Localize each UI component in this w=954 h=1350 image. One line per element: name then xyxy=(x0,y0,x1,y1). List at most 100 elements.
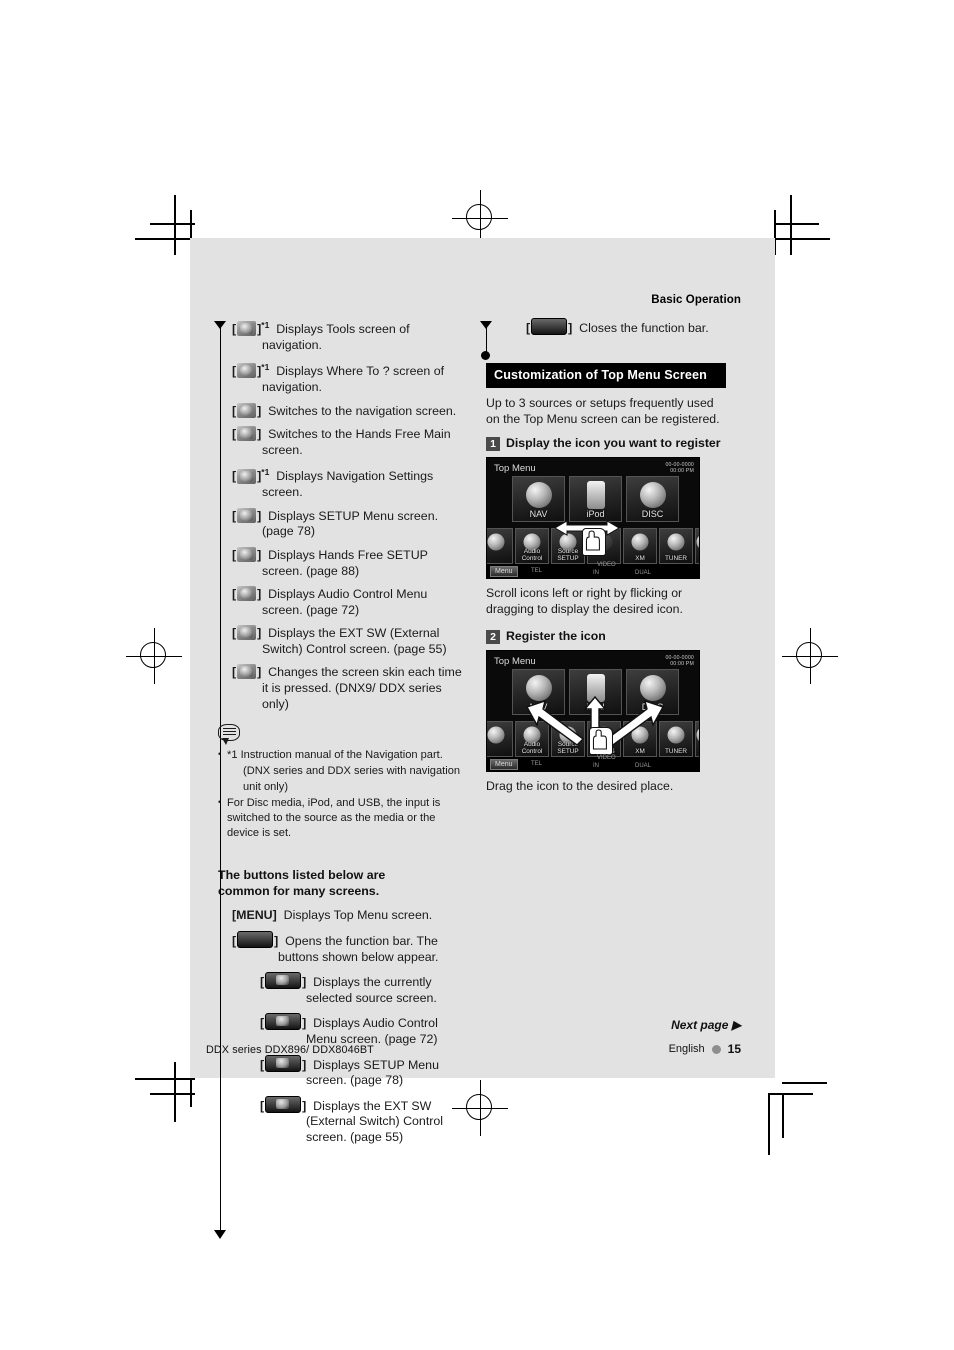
button-entry: [] Displays the EXT SW (External Switch)… xyxy=(232,625,464,657)
hand-cursor-icon xyxy=(582,527,606,556)
manual-page-sheet: Basic Operation [] *1 Displays Tools scre… xyxy=(190,238,775,1239)
button-entry-text: Switches to the Hands Free Main screen. xyxy=(262,427,451,457)
screenshot-menu-button[interactable]: Menu xyxy=(490,565,518,577)
tile-label: iPod xyxy=(586,508,605,519)
common-button-text: Displays SETUP Menu screen. (page 78) xyxy=(306,1057,439,1088)
footnote-marker: *1 xyxy=(261,467,270,478)
common-button-entry: [MENU] Displays Top Menu screen. xyxy=(232,908,464,924)
footnote-marker: *1 xyxy=(261,362,270,373)
footer-page-info: English 15 xyxy=(669,1042,741,1056)
note-item: For Disc media, iPod, and USB, the input… xyxy=(218,795,468,842)
crop-mark-br-v2 xyxy=(782,1093,784,1138)
nav-compass-icon xyxy=(525,482,552,509)
button-entry-text: Displays Navigation Settings screen. xyxy=(262,469,434,500)
bar-label-dual: DUAL xyxy=(635,762,652,769)
left-column: [] *1 Displays Tools screen of navigation… xyxy=(206,318,468,1239)
crop-mark-br-v xyxy=(768,1093,770,1155)
bracket-open: [ xyxy=(232,665,237,680)
bracket-open: [ xyxy=(232,587,237,602)
top-tile[interactable]: iPod xyxy=(569,475,622,522)
bracket-close: ] xyxy=(257,427,262,442)
close-function-bar-entry: [] Closes the function bar. xyxy=(526,318,726,337)
tile-label: NAV xyxy=(529,508,548,519)
step-2-caption: Drag the icon to the desired place. xyxy=(486,778,674,793)
bracket-open: [ xyxy=(232,508,237,523)
top-menu-screenshot-register: Top Menu 00-00-0000 00:00 PM NAV iPod DI… xyxy=(486,649,700,772)
section-intro: Up to 3 sources or setups frequently use… xyxy=(486,395,720,426)
tile-label: Audio Control xyxy=(521,547,543,562)
ext-sw-bar-icon xyxy=(265,1095,302,1113)
disc-icon xyxy=(639,482,666,509)
bottom-tile[interactable]: XM xyxy=(623,527,657,564)
audio-control-bar-icon xyxy=(265,1013,302,1031)
bottom-tile[interactable] xyxy=(487,720,513,757)
partial-tile-icon xyxy=(696,726,699,743)
button-entry-text: Displays Tools screen of navigation. xyxy=(262,322,410,352)
footnote-marker: *1 xyxy=(261,320,270,330)
note-item-text: For Disc media, iPod, and USB, the input… xyxy=(227,796,441,840)
common-button-text: Displays Audio Control Menu screen. (pag… xyxy=(306,1016,438,1047)
flow-arrow-bottom-left-icon xyxy=(214,1230,226,1239)
button-entry: []*1 Displays Navigation Settings screen… xyxy=(232,465,464,500)
hands-free-phone-icon xyxy=(237,426,257,442)
button-entry: [] Displays SETUP Menu screen. (page 78) xyxy=(232,507,464,540)
top-menu-screenshot-scroll: Top Menu 00-00-0000 00:00 PM NAV iPod DI… xyxy=(486,456,700,579)
button-entry-text: Displays Audio Control Menu screen. (pag… xyxy=(262,587,428,617)
screenshot-clock: 00-00-0000 00:00 PM xyxy=(665,462,694,475)
clock-time: 00:00 PM xyxy=(670,468,694,475)
bracket-open: [ xyxy=(232,403,237,418)
button-entry: []*1 Displays Tools screen of navigation… xyxy=(232,318,464,353)
note-item-text: *1 Instruction manual of the Navigation … xyxy=(227,749,443,762)
button-entry: [] Switches to the navigation screen. xyxy=(232,402,464,420)
navigation-settings-icon xyxy=(237,468,257,484)
bracket-open: [ xyxy=(232,364,237,379)
note-list: *1 Instruction manual of the Navigation … xyxy=(218,747,468,842)
bottom-tile[interactable] xyxy=(695,527,699,564)
next-page-link[interactable]: Next page ▶ xyxy=(671,1018,741,1032)
button-entry-text: Displays Hands Free SETUP screen. (page … xyxy=(262,547,428,578)
bracket-open: [ xyxy=(232,322,237,337)
section-heading: Customization of Top Menu Screen xyxy=(486,362,726,388)
bottom-tile[interactable]: TUNER xyxy=(659,527,693,564)
tile-label: XM xyxy=(635,747,645,755)
setup-wrench-icon xyxy=(237,507,257,523)
close-function-bar-text: Closes the function bar. xyxy=(579,321,709,335)
screenshot-title: Top Menu xyxy=(494,655,536,667)
screenshot-clock: 00-00-0000 00:00 PM xyxy=(665,655,694,668)
crop-mark-tl-h2 xyxy=(150,223,195,225)
bar-label-tel: TEL xyxy=(531,760,543,767)
bar-label-dual: DUAL xyxy=(635,569,652,576)
common-button-text: Displays the currently selected source s… xyxy=(306,975,437,1005)
common-button-entry: [] Displays SETUP Menu screen. (page 78) xyxy=(260,1054,464,1089)
hands-free-setup-icon xyxy=(237,546,257,562)
menu-key-label: [MENU] xyxy=(232,908,277,923)
bracket-close: ] xyxy=(257,626,262,641)
bracket-open: [ xyxy=(232,427,237,442)
common-button-text: Displays Top Menu screen. xyxy=(283,908,433,923)
bottom-tile[interactable]: Audio Control xyxy=(515,527,549,564)
top-tile[interactable]: NAV xyxy=(512,475,565,522)
common-button-entry: [] Opens the function bar. The buttons s… xyxy=(232,931,464,965)
tuner-icon xyxy=(667,726,685,743)
button-entry-text: Changes the screen skin each time it is … xyxy=(262,665,462,711)
common-button-text: Displays the EXT SW (External Switch) Co… xyxy=(306,1098,444,1144)
top-tile[interactable]: DISC xyxy=(626,475,679,522)
tile-label: XM xyxy=(635,554,645,562)
note-item-text: (DNX series and DDX series with navigati… xyxy=(243,765,461,793)
crop-mark-tl-v xyxy=(174,195,176,255)
crop-mark-tr-h2 xyxy=(774,223,819,225)
button-entry-text: Displays SETUP Menu screen. (page 78) xyxy=(262,508,439,539)
common-button-text: Opens the function bar. The buttons show… xyxy=(278,934,439,964)
bottom-tile[interactable] xyxy=(487,527,513,564)
audio-control-icon xyxy=(237,586,257,602)
bracket-close: ] xyxy=(257,665,262,680)
bottom-tile[interactable] xyxy=(695,720,699,757)
button-entry-text: Switches to the navigation screen. xyxy=(268,403,457,418)
tile-label: Source SETUP xyxy=(557,547,579,562)
page-number: 15 xyxy=(727,1042,741,1056)
right-column: [] Closes the function bar. Customizatio… xyxy=(480,318,726,806)
screenshot-menu-button[interactable]: Menu xyxy=(490,758,518,770)
partial-tile-icon xyxy=(696,533,699,550)
clock-time: 00:00 PM xyxy=(670,661,694,668)
step-number: 1 xyxy=(486,436,500,451)
